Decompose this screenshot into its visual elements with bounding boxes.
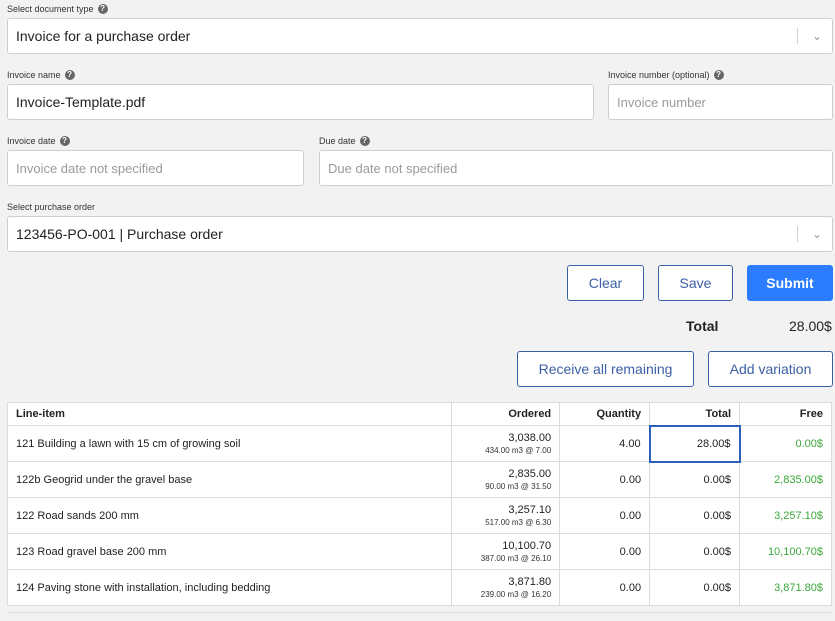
free-cell: 2,835.00$ — [739, 461, 832, 498]
table-footer-divider — [7, 612, 832, 613]
ordered-amount: 3,038.00 — [508, 431, 552, 444]
chevron-down-icon[interactable]: ⌄ — [812, 227, 822, 241]
total-cell[interactable]: 28.00$ — [648, 424, 741, 463]
column-header-free[interactable]: Free — [739, 402, 832, 426]
help-icon[interactable]: ? — [359, 136, 370, 146]
quantity-cell[interactable]: 0.00 — [559, 461, 651, 498]
ordered-detail: 387.00 m3 @ 26.10 — [480, 553, 552, 563]
line-item-name: 122 Road sands 200 mm — [6, 497, 453, 534]
help-icon[interactable]: ? — [59, 136, 70, 146]
total-cell[interactable]: 0.00$ — [649, 533, 741, 570]
line-item-name: 124 Paving stone with installation, incl… — [6, 569, 453, 606]
free-cell: 3,871.80$ — [739, 569, 832, 606]
column-header-quantity[interactable]: Quantity — [559, 402, 651, 426]
purchase-order-value: 123456-PO-001 | Purchase order — [16, 226, 223, 242]
help-icon[interactable]: ? — [97, 4, 108, 14]
doc-type-label: Select document type? — [7, 4, 108, 14]
table-row: 122 Road sands 200 mm 3,257.10 517.00 m3… — [6, 497, 832, 534]
table-row: 124 Paving stone with installation, incl… — [6, 569, 832, 606]
line-item-name: 121 Building a lawn with 15 cm of growin… — [6, 425, 453, 462]
purchase-order-select[interactable]: 123456-PO-001 | Purchase order ⌄ — [7, 216, 833, 252]
ordered-cell: 3,871.80 239.00 m3 @ 16.20 — [451, 569, 561, 606]
total-cell[interactable]: 0.00$ — [649, 569, 741, 606]
ordered-detail: 239.00 m3 @ 16.20 — [480, 589, 552, 599]
select-separator — [797, 28, 798, 44]
table-header-row: Line-item Ordered Quantity Total Free — [6, 402, 832, 426]
ordered-detail: 90.00 m3 @ 31.50 — [485, 481, 552, 491]
help-icon[interactable]: ? — [64, 70, 75, 80]
line-item-name: 123 Road gravel base 200 mm — [6, 533, 453, 570]
total-cell[interactable]: 0.00$ — [649, 497, 741, 534]
free-cell: 3,257.10$ — [739, 497, 832, 534]
ordered-cell: 3,038.00 434.00 m3 @ 7.00 — [451, 425, 561, 462]
help-icon[interactable]: ? — [713, 70, 724, 80]
ordered-detail: 517.00 m3 @ 6.30 — [485, 517, 552, 527]
ordered-amount: 10,100.70 — [502, 539, 552, 552]
submit-button[interactable]: Submit — [747, 265, 833, 301]
invoice-name-label: Invoice name? — [7, 70, 75, 80]
total-cell[interactable]: 0.00$ — [649, 461, 741, 498]
invoice-date-placeholder: Invoice date not specified — [16, 160, 163, 176]
ordered-amount: 2,835.00 — [508, 467, 552, 480]
table-row: 122b Geogrid under the gravel base 2,835… — [6, 461, 832, 498]
ordered-cell: 3,257.10 517.00 m3 @ 6.30 — [451, 497, 561, 534]
invoice-name-value: Invoice-Template.pdf — [16, 94, 146, 110]
table-row: 123 Road gravel base 200 mm 10,100.70 38… — [6, 533, 832, 570]
column-header-line-item[interactable]: Line-item — [6, 402, 453, 426]
quantity-cell[interactable]: 4.00 — [559, 425, 651, 462]
due-date-field[interactable]: Due date not specified — [319, 150, 833, 186]
invoice-date-label: Invoice date? — [7, 136, 70, 146]
total-label: Total — [686, 318, 719, 334]
save-button[interactable]: Save — [658, 265, 733, 301]
invoice-number-label: Invoice number (optional)? — [608, 70, 724, 80]
column-header-ordered[interactable]: Ordered — [451, 402, 561, 426]
receive-all-remaining-button[interactable]: Receive all remaining — [517, 351, 694, 387]
ordered-amount: 3,257.10 — [508, 503, 552, 516]
total-value: 28.00$ — [789, 318, 832, 334]
invoice-name-field[interactable]: Invoice-Template.pdf — [7, 84, 594, 120]
line-items-table: Line-item Ordered Quantity Total Free 12… — [6, 402, 832, 606]
column-header-total[interactable]: Total — [649, 402, 741, 426]
purchase-order-label: Select purchase order — [7, 202, 96, 212]
doc-type-value: Invoice for a purchase order — [16, 28, 191, 44]
quantity-cell[interactable]: 0.00 — [559, 533, 651, 570]
table-row: 121 Building a lawn with 15 cm of growin… — [6, 424, 832, 463]
quantity-cell[interactable]: 0.00 — [559, 497, 651, 534]
invoice-number-field[interactable]: Invoice number — [608, 84, 833, 120]
add-variation-button[interactable]: Add variation — [708, 351, 833, 387]
due-date-label: Due date? — [319, 136, 370, 146]
free-cell: 10,100.70$ — [739, 533, 832, 570]
ordered-detail: 434.00 m3 @ 7.00 — [485, 445, 552, 455]
free-cell: 0.00$ — [739, 425, 832, 462]
ordered-cell: 2,835.00 90.00 m3 @ 31.50 — [451, 461, 561, 498]
select-separator — [797, 226, 798, 242]
chevron-down-icon[interactable]: ⌄ — [812, 29, 822, 43]
clear-button[interactable]: Clear — [567, 265, 644, 301]
ordered-amount: 3,871.80 — [508, 575, 552, 588]
invoice-date-field[interactable]: Invoice date not specified — [7, 150, 304, 186]
quantity-cell[interactable]: 0.00 — [559, 569, 651, 606]
due-date-placeholder: Due date not specified — [328, 160, 458, 176]
invoice-number-placeholder: Invoice number — [617, 94, 706, 110]
line-item-name: 122b Geogrid under the gravel base — [6, 461, 453, 498]
ordered-cell: 10,100.70 387.00 m3 @ 26.10 — [451, 533, 561, 570]
doc-type-select[interactable]: Invoice for a purchase order ⌄ — [7, 18, 833, 54]
